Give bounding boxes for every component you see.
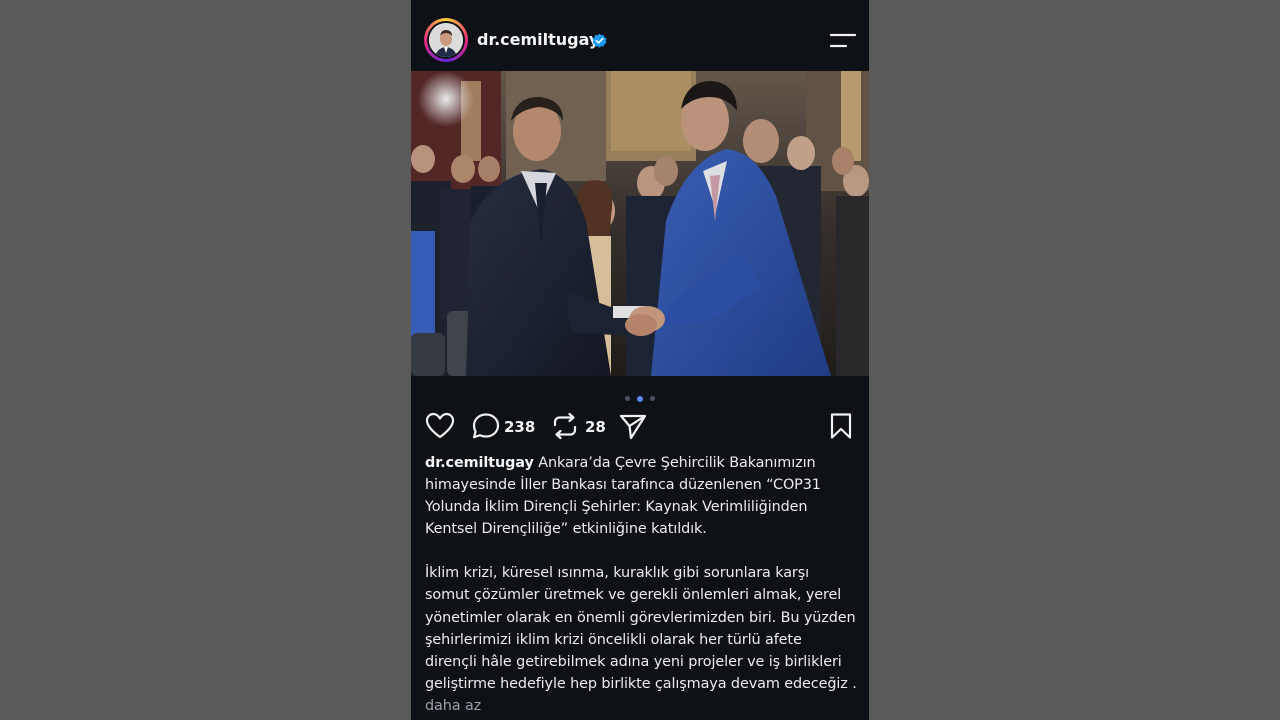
username[interactable]: dr.cemiltugay: [477, 30, 599, 50]
post-view: dr.cemiltugay 238 28 dr.cemiltugay Ankar…: [411, 0, 869, 720]
verified-badge-icon: [592, 33, 607, 48]
comment-icon[interactable]: [471, 412, 501, 440]
carousel-dot: [624, 396, 630, 401]
post-header: dr.cemiltugay: [411, 0, 869, 71]
carousel-dot-active: [637, 395, 643, 402]
caption-paragraph: İklim krizi, küresel ısınma, kuraklık gi…: [425, 562, 857, 717]
share-icon[interactable]: [618, 412, 648, 440]
post-caption: dr.cemiltugay Ankara’da Çevre Şehircilik…: [425, 452, 857, 717]
post-photo[interactable]: [411, 71, 869, 376]
profile-avatar[interactable]: [424, 18, 468, 62]
caption-username[interactable]: dr.cemiltugay: [425, 455, 534, 471]
avatar-photo: [429, 23, 463, 57]
caption-text: İklim krizi, küresel ısınma, kuraklık gi…: [425, 565, 857, 692]
bookmark-icon[interactable]: [828, 412, 854, 440]
carousel-indicator: [411, 388, 869, 402]
heart-icon[interactable]: [425, 412, 455, 440]
repost-icon[interactable]: [551, 412, 579, 440]
comments-count[interactable]: 238: [504, 418, 535, 436]
show-less-link[interactable]: daha az: [425, 698, 481, 714]
photo-handshake-illustration: [411, 71, 869, 376]
caption-paragraph: dr.cemiltugay Ankara’da Çevre Şehircilik…: [425, 452, 857, 540]
carousel-dot: [650, 396, 656, 401]
menu-icon[interactable]: [830, 31, 856, 51]
reposts-count[interactable]: 28: [585, 418, 606, 436]
post-actions: 238 28: [411, 406, 869, 446]
